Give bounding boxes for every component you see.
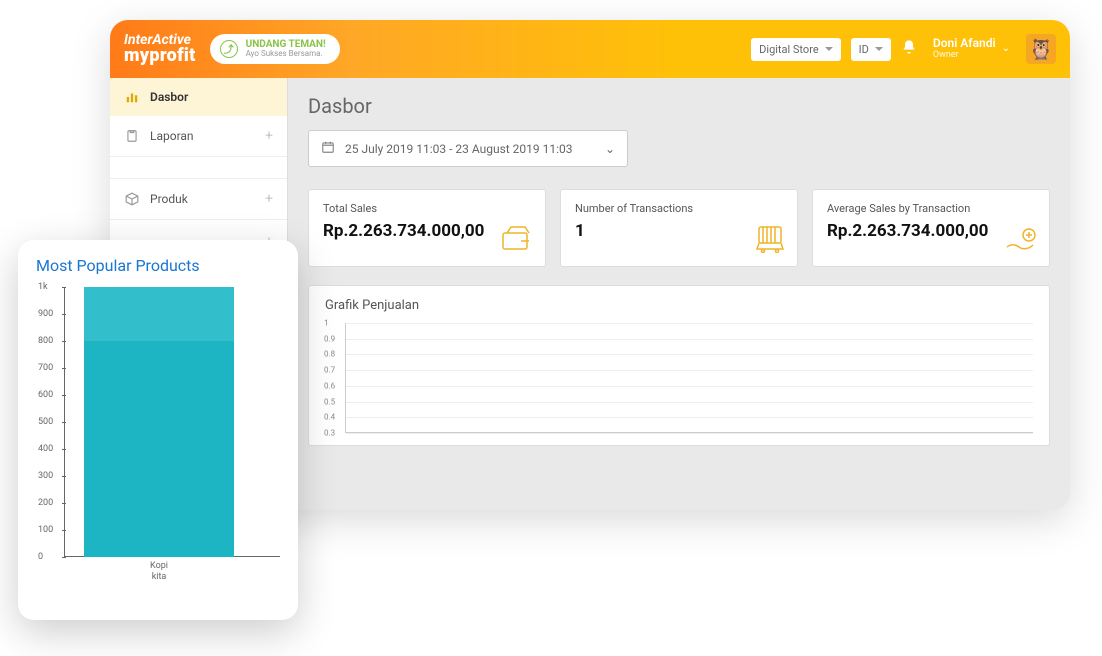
money-hand-icon [1005,227,1039,260]
popular-products-chart: 01002003004005006007008009001kKopikita [64,287,280,577]
y-tick: 100 [38,525,53,535]
wallet-icon [501,225,535,260]
y-tick: 0.9 [324,334,335,343]
expand-icon: + [265,128,273,144]
header-bar: InterActive myprofit ⤴ UNDANG TEMAN! Ayo… [110,20,1070,78]
sales-chart: 0.30.40.50.60.70.80.91 [345,323,1033,433]
sidebar-item-produk[interactable]: Produk + [110,179,287,220]
sidebar-spacer [110,157,287,179]
cart-icon [753,223,787,260]
y-tick: 0.7 [324,366,335,375]
grid-line [346,354,1033,355]
y-tick: 700 [38,363,53,373]
y-tick: 0.3 [324,429,335,438]
page-title: Dasbor [308,94,1050,118]
sidebar-item-label: Dasbor [150,90,188,104]
y-tick: 500 [38,417,53,427]
x-tick-label: Kopikita [84,561,234,583]
user-menu[interactable]: Doni Afandi Owner ⌄ [933,37,1010,60]
card-label: Average Sales by Transaction [827,202,1035,215]
sidebar-item-laporan[interactable]: Laporan + [110,116,287,157]
popular-products-title: Most Popular Products [36,256,280,275]
share-icon: ⤴ [220,40,238,58]
chevron-down-icon: ⌄ [605,142,615,156]
store-select[interactable]: Digital Store [751,38,841,61]
y-tick: 400 [38,444,53,454]
y-tick: 0.4 [324,413,335,422]
y-tick: 0.6 [324,381,335,390]
grid-line [346,339,1033,340]
language-select-label: ID [859,43,869,56]
y-tick: 200 [38,498,53,508]
y-tick: 0.5 [324,397,335,406]
y-tick: 1k [38,282,48,292]
grid-line [346,417,1033,418]
grid-line [346,386,1033,387]
sidebar-item-label: Laporan [150,129,194,143]
card-label: Total Sales [323,202,531,215]
user-role: Owner [933,51,996,61]
sales-chart-title: Grafik Penjualan [325,298,1033,313]
y-tick: 600 [38,390,53,400]
grid-line [346,323,1033,324]
chevron-down-icon: ⌄ [1002,43,1010,54]
grid-line [346,370,1033,371]
card-total-sales: Total Sales Rp.2.263.734.000,00 [308,189,546,267]
y-tick: 0 [38,552,43,562]
y-tick: 0.8 [324,350,335,359]
sidebar-item-label: Produk [150,192,188,206]
logo: InterActive myprofit [124,33,196,65]
card-value: 1 [575,221,783,241]
date-range-select[interactable]: 25 July 2019 11:03 - 23 August 2019 11:0… [308,130,628,167]
clipboard-icon [124,129,140,143]
invite-friends-button[interactable]: ⤴ UNDANG TEMAN! Ayo Sukses Bersama. [210,34,340,64]
card-value: Rp.2.263.734.000,00 [827,221,1035,241]
card-label: Number of Transactions [575,202,783,215]
box-icon [124,192,140,206]
card-transactions: Number of Transactions 1 [560,189,798,267]
user-name: Doni Afandi [933,37,996,50]
chevron-down-icon [825,47,833,51]
card-value: Rp.2.263.734.000,00 [323,221,531,241]
expand-icon: + [265,191,273,207]
stat-cards: Total Sales Rp.2.263.734.000,00 Number o… [308,189,1050,267]
logo-bottom: myprofit [124,45,196,66]
bell-icon[interactable] [901,39,917,59]
sidebar-item-dasbor[interactable]: Dasbor [110,78,287,116]
y-tick: 1 [324,319,329,328]
store-select-label: Digital Store [759,43,819,56]
chevron-down-icon [875,47,883,51]
calendar-icon [321,140,335,157]
grid-line [346,402,1033,403]
date-range-label: 25 July 2019 11:03 - 23 August 2019 11:0… [345,142,573,156]
y-tick: 300 [38,471,53,481]
language-select[interactable]: ID [851,38,891,61]
main-content: Dasbor 25 July 2019 11:03 - 23 August 20… [288,78,1070,510]
popular-products-card: Most Popular Products 010020030040050060… [18,240,298,620]
invite-sub: Ayo Sukses Bersama. [246,50,326,59]
bar-chart-icon [124,90,140,104]
card-avg-sales: Average Sales by Transaction Rp.2.263.73… [812,189,1050,267]
avatar: 🦉 [1026,34,1056,64]
y-tick: 900 [38,309,53,319]
sales-chart-card: Grafik Penjualan 0.30.40.50.60.70.80.91 [308,285,1050,446]
grid-line [346,433,1033,434]
y-tick: 800 [38,336,53,346]
bar-highlight [84,287,234,341]
header-right: Digital Store ID Doni Afandi Owner ⌄ 🦉 [751,34,1056,64]
